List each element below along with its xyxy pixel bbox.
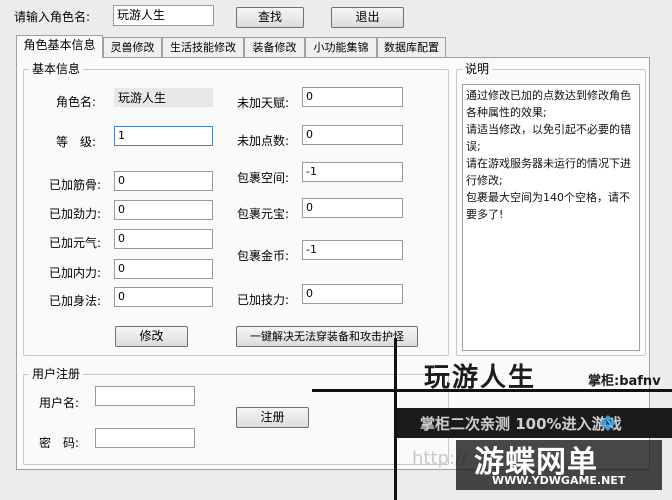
right-field-input[interactable]: 0 [302, 284, 403, 304]
left-field-label: 已加身法: [49, 294, 102, 308]
right-field-input[interactable]: -1 [302, 162, 403, 182]
watermark-title: 玩游人生 [424, 363, 537, 393]
right-field-label: 已加技力: [237, 293, 290, 307]
right-field-label: 包裹元宝: [237, 207, 290, 221]
tab-database-config[interactable]: 数据库配置 [377, 37, 446, 71]
basic-info-title: 基本信息 [29, 62, 84, 76]
tab-pet-edit[interactable]: 灵兽修改 [103, 37, 162, 72]
right-field-label: 包裹空间: [237, 171, 290, 185]
fix-equip-attack-button[interactable]: 一键解决无法穿装备和攻击护怪 [236, 326, 418, 347]
role-name-field: 玩游人生 [114, 88, 213, 107]
left-field-input[interactable]: 0 [114, 171, 213, 191]
right-field-label: 未加天赋: [237, 96, 290, 110]
watermark-slogan: 掌柜二次亲测 100%进入游戏 [420, 415, 622, 433]
watermark-shopkeeper: 掌柜:bafnv [588, 374, 661, 389]
right-field-input[interactable]: 0 [302, 125, 403, 145]
password-input[interactable] [95, 428, 195, 448]
description-line: 请适当修改，以免引起不必要的错误; [466, 123, 631, 153]
left-field-label: 已加劲力: [49, 207, 102, 221]
description-line: 通过修改已加的点数达到修改角色各种属性的效果; [466, 89, 631, 119]
right-field-input[interactable]: 0 [302, 198, 403, 218]
description-line: 包裹最大空间为140个空格，请不要多了! [466, 191, 630, 221]
left-field-input[interactable]: 0 [114, 200, 213, 220]
search-button[interactable]: 查找 [236, 7, 304, 28]
left-field-input[interactable]: 0 [114, 259, 213, 279]
right-field-input[interactable]: -1 [302, 240, 403, 260]
role-name-label: 角色名: [56, 95, 97, 109]
password-label: 密 码: [39, 436, 80, 450]
level-input[interactable]: 1 [114, 126, 213, 146]
left-field-label: 已加内力: [49, 266, 102, 280]
description-line: 请在游戏服务器未运行的情况下进行修改; [466, 157, 631, 187]
left-field-input[interactable]: 0 [114, 287, 213, 307]
watermark-brand-url: WWW.YDWGAME.NET [492, 474, 626, 487]
description-title: 说明 [462, 62, 493, 76]
right-field-input[interactable]: 0 [302, 87, 403, 107]
left-field-input[interactable]: 0 [114, 229, 213, 249]
exit-button[interactable]: 退出 [331, 7, 404, 28]
tab-role-basic-info[interactable]: 角色基本信息 [16, 35, 103, 58]
left-field-label: 已加筋骨: [49, 178, 102, 192]
username-input[interactable] [95, 386, 195, 406]
register-button[interactable]: 注册 [236, 407, 309, 428]
right-field-label: 包裹金币: [237, 249, 290, 263]
tab-life-skill-edit[interactable]: 生活技能修改 [162, 37, 244, 69]
username-label: 用户名: [39, 396, 80, 410]
tab-equipment-edit[interactable]: 装备修改 [244, 37, 305, 69]
level-label: 等 级: [56, 135, 97, 149]
modify-button[interactable]: 修改 [115, 326, 188, 347]
right-field-label: 未加点数: [237, 134, 290, 148]
description-text: 通过修改已加的点数达到修改角色各种属性的效果; 请适当修改，以免引起不必要的错误… [462, 84, 640, 351]
butterfly-icon: ❖ [598, 412, 618, 437]
tab-utilities[interactable]: 小功能集锦 [305, 37, 377, 71]
register-title: 用户注册 [29, 367, 84, 381]
left-field-label: 已加元气: [49, 236, 102, 250]
role-search-input[interactable]: 玩游人生 [113, 5, 214, 26]
role-search-label: 请输入角色名: [14, 10, 91, 24]
